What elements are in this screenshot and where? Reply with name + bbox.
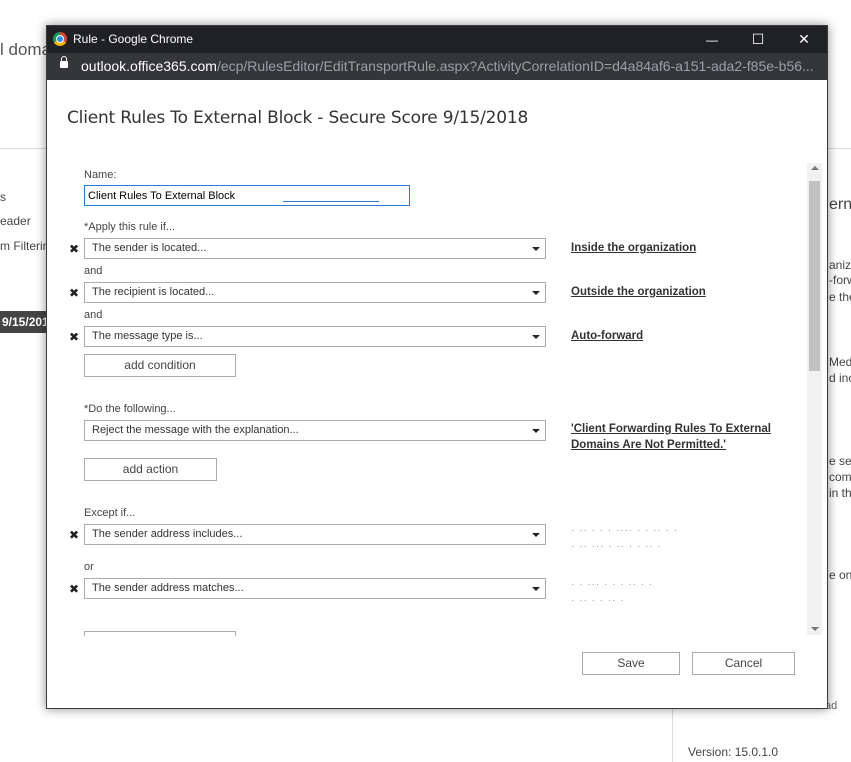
redacted-value: · · ··· · · · ·· · · (571, 579, 654, 590)
bg-panel-divider (672, 709, 673, 762)
condition-value-link-3[interactable]: Auto-forward (571, 330, 643, 342)
or-label: or (84, 561, 94, 573)
bg-right-fragment: e ser (829, 454, 851, 468)
bg-right-fragment: erna (829, 196, 851, 213)
bg-right-fragment: Med (829, 355, 851, 369)
bg-page-fragment: l doma (0, 40, 52, 59)
url-path: /ecp/RulesEditor/EditTransportRule.aspx?… (216, 58, 814, 74)
chevron-down-icon (532, 429, 540, 433)
name-label: Name: (84, 169, 117, 181)
chevron-down-icon (532, 587, 540, 591)
chevron-down-icon (532, 247, 540, 251)
window-titlebar[interactable]: Rule - Google Chrome — ☐ ✕ (47, 26, 827, 53)
condition-select-1[interactable]: The sender is located... (84, 238, 546, 259)
condition-value-link-1[interactable]: Inside the organization (571, 242, 696, 254)
remove-condition-icon[interactable]: ✖ (69, 286, 79, 300)
exception-select-2[interactable]: The sender address matches... (84, 578, 546, 599)
apply-label: *Apply this rule if... (84, 221, 176, 233)
bg-right-fragment: com (829, 470, 851, 484)
chevron-down-icon (532, 335, 540, 339)
chrome-logo-icon (53, 32, 67, 46)
and-label: and (84, 309, 103, 321)
version-label: Version: 15.0.1.0 (688, 745, 779, 759)
add-exception-button[interactable] (84, 631, 236, 636)
redacted-value: · ·· · · ·· · (571, 595, 625, 606)
action-select[interactable]: Reject the message with the explanation.… (84, 420, 546, 441)
exception-select-1[interactable]: The sender address includes... (84, 524, 546, 545)
bg-right-fragment: -forw (829, 273, 851, 287)
bg-right-fragment: d inc (829, 371, 851, 385)
do-label: *Do the following... (84, 403, 176, 415)
chevron-down-icon (532, 291, 540, 295)
bg-divider-right (828, 148, 851, 149)
redaction-mark (283, 201, 379, 202)
exception-select-label: The sender address includes... (92, 528, 243, 540)
cancel-button[interactable]: Cancel (692, 652, 795, 675)
exception-select-label: The sender address matches... (92, 582, 244, 594)
bg-selected-row[interactable]: 9/15/2018 (0, 311, 55, 333)
close-button[interactable]: ✕ (781, 26, 827, 53)
rule-form: Name: *Apply this rule if... ✖ The sende… (67, 161, 807, 636)
bg-right-fragment: in th (829, 486, 851, 500)
condition-select-3[interactable]: The message type is... (84, 326, 546, 347)
and-label: and (84, 265, 103, 277)
action-select-label: Reject the message with the explanation.… (92, 424, 299, 436)
except-label: Except if... (84, 507, 136, 519)
window-title: Rule - Google Chrome (73, 32, 194, 46)
url-text[interactable]: outlook.office365.com/ecp/RulesEditor/Ed… (81, 58, 814, 74)
add-condition-button[interactable]: add condition (84, 354, 236, 377)
bg-right-fragment: aniza (829, 258, 851, 272)
bg-right-fragment: e on (829, 568, 851, 582)
scroll-up-icon[interactable] (811, 166, 819, 170)
condition-select-2[interactable]: The recipient is located... (84, 282, 546, 303)
url-host: outlook.office365.com (81, 58, 217, 74)
rule-popup-window: Rule - Google Chrome — ☐ ✕ outlook.offic… (46, 25, 828, 709)
remove-exception-icon[interactable]: ✖ (69, 582, 79, 596)
bg-right-fragment: e the (829, 290, 851, 304)
remove-condition-icon[interactable]: ✖ (69, 330, 79, 344)
scroll-down-icon[interactable] (811, 627, 819, 631)
save-button[interactable]: Save (582, 652, 680, 675)
condition-select-label: The message type is... (92, 330, 203, 342)
remove-exception-icon[interactable]: ✖ (69, 528, 79, 542)
address-bar[interactable]: outlook.office365.com/ecp/RulesEditor/Ed… (47, 53, 827, 80)
bg-nav-item[interactable]: eader (0, 214, 31, 228)
scroll-thumb[interactable] (809, 181, 820, 371)
minimize-button[interactable]: — (689, 26, 735, 53)
remove-condition-icon[interactable]: ✖ (69, 242, 79, 256)
redacted-value: · ·· ··· · ·· · · ·· · (571, 541, 662, 552)
action-value-link[interactable]: 'Client Forwarding Rules To External Dom… (571, 421, 781, 453)
dialog-title: Client Rules To External Block - Secure … (67, 108, 529, 128)
maximize-button[interactable]: ☐ (735, 26, 781, 53)
form-scrollbar[interactable] (807, 163, 822, 635)
add-action-button[interactable]: add action (84, 458, 217, 481)
rule-name-input[interactable] (84, 185, 410, 206)
condition-select-label: The sender is located... (92, 242, 207, 254)
chevron-down-icon (532, 533, 540, 537)
bg-nav-item[interactable]: s (0, 190, 6, 204)
bg-divider (0, 148, 46, 149)
redacted-value: · ·· · · · ···· · · ·· · · (571, 525, 679, 536)
bg-nav-item[interactable]: m Filterin (0, 239, 49, 253)
condition-select-label: The recipient is located... (92, 286, 215, 298)
lock-icon (60, 56, 68, 68)
condition-value-link-2[interactable]: Outside the organization (571, 286, 706, 298)
